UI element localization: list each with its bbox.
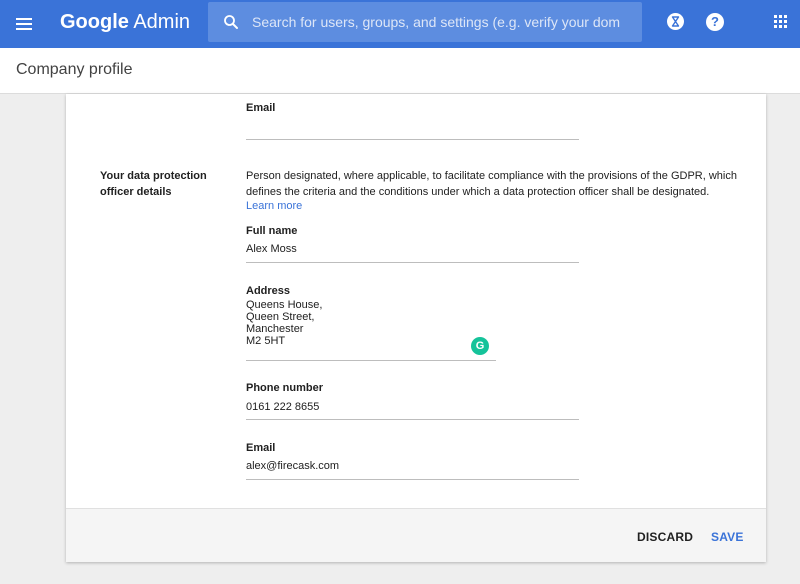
address-label: Address (246, 285, 291, 297)
full-name-underline (246, 262, 579, 263)
section-label: Your data protection officer details (100, 170, 207, 198)
address-line: Queen Street, (246, 311, 315, 323)
full-name-field[interactable]: Alex Moss (246, 243, 297, 255)
app-logo[interactable]: Google Admin (60, 10, 190, 34)
settings-card: Email Your data protection officer detai… (66, 94, 766, 562)
email-field[interactable]: alex@firecask.com (246, 460, 339, 472)
card-footer: DISCARD SAVE (66, 508, 766, 562)
brand-admin: Admin (133, 11, 191, 33)
apps-grid-icon[interactable] (774, 15, 788, 29)
address-field[interactable]: Queens House, Queen Street, Manchester M… (246, 299, 496, 347)
save-button[interactable]: SAVE (711, 530, 744, 544)
search-icon[interactable] (222, 13, 240, 31)
top-email-field[interactable] (246, 120, 578, 132)
top-email-underline (246, 139, 579, 140)
address-line: M2 5HT (246, 335, 286, 347)
phone-underline (246, 419, 579, 420)
discard-button[interactable]: DISCARD (637, 530, 693, 544)
phone-label: Phone number (246, 382, 324, 394)
email-underline (246, 479, 579, 480)
learn-more-link[interactable]: Learn more (246, 200, 302, 212)
grammarly-icon[interactable]: G (471, 337, 489, 355)
email-label: Email (246, 442, 276, 454)
address-underline (246, 360, 496, 361)
search-input[interactable] (252, 2, 636, 42)
menu-icon[interactable] (14, 14, 34, 34)
top-email-label: Email (246, 102, 276, 114)
help-icon[interactable]: ? (706, 13, 724, 31)
address-line: Manchester (246, 323, 304, 335)
address-line: Queens House, (246, 299, 323, 311)
hourglass-icon[interactable] (667, 13, 684, 30)
section-description: Person designated, where applicable, to … (246, 170, 737, 198)
page-title: Company profile (16, 61, 133, 78)
page-header: Company profile (0, 48, 800, 94)
search-bar[interactable] (208, 2, 642, 42)
full-name-label: Full name (246, 225, 298, 237)
phone-field[interactable]: 0161 222 8655 (246, 401, 319, 413)
app-bar: Google Admin ? (0, 0, 800, 48)
brand-google: Google (60, 11, 129, 33)
